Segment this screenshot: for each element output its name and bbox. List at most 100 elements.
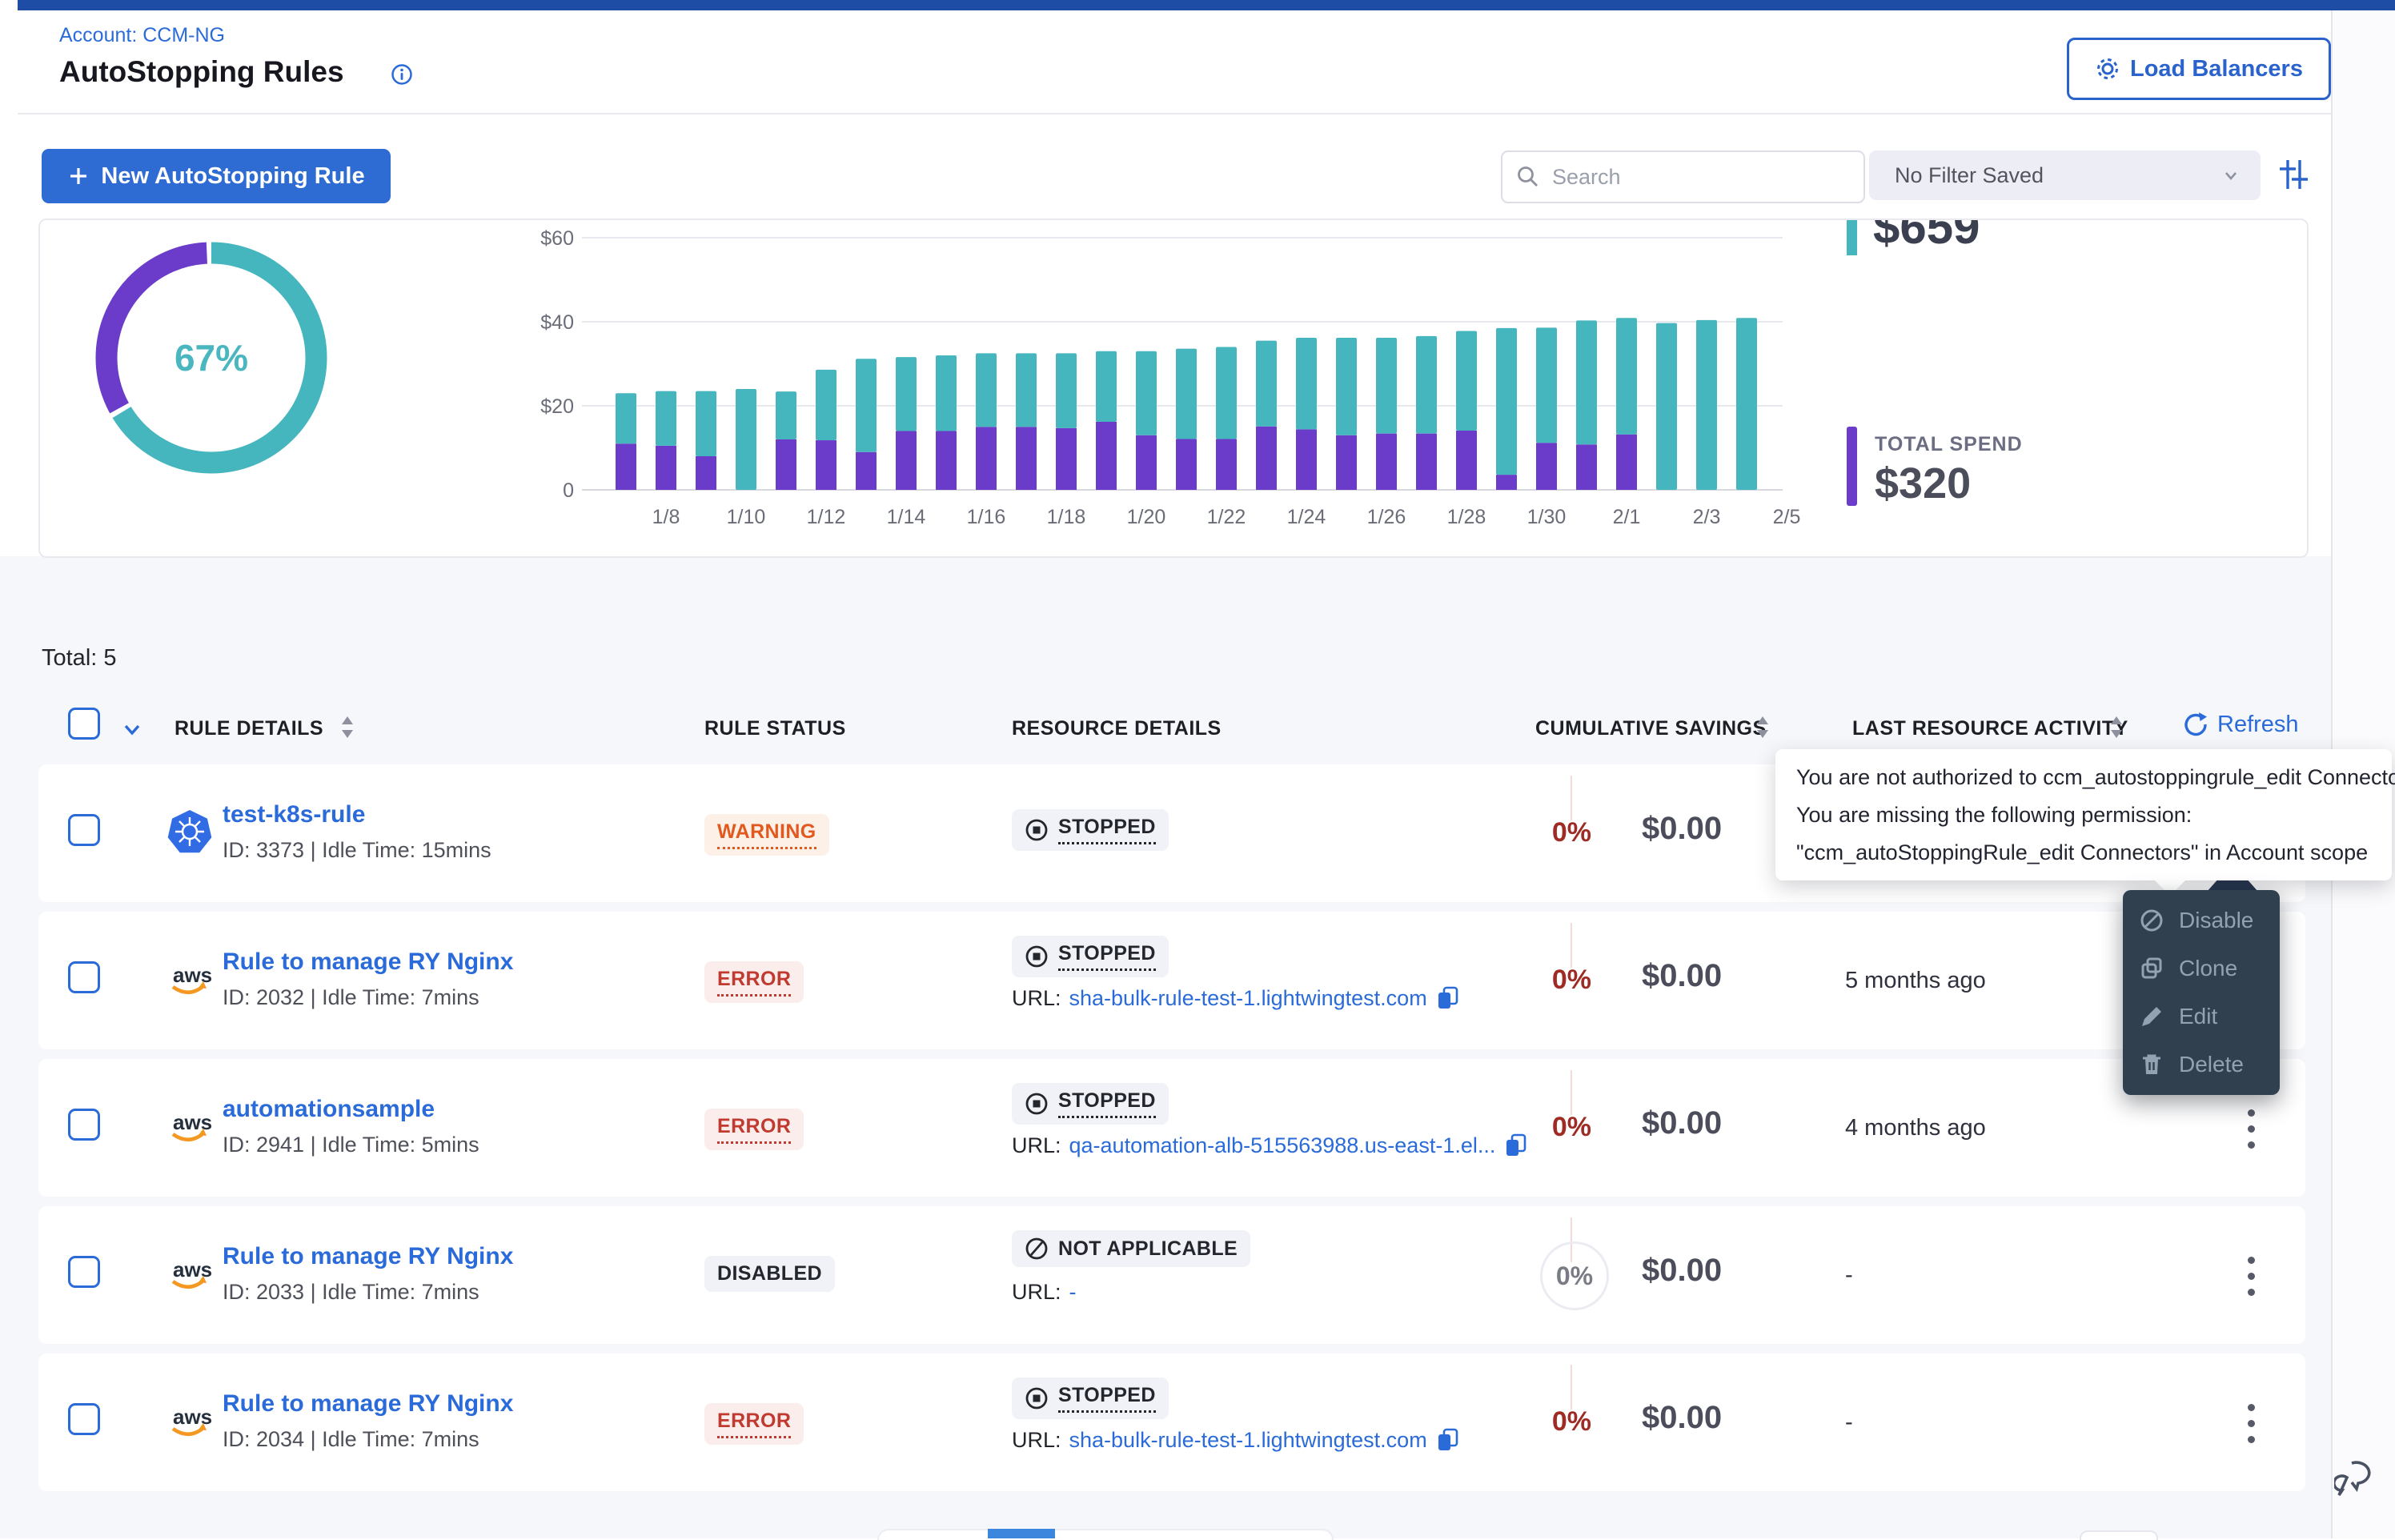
- page-header: Account: CCM-NG AutoStopping Rules Load …: [18, 10, 2331, 114]
- spend-savings-bar-chart: $60$40$2001/81/101/121/141/161/181/201/2…: [514, 224, 1811, 552]
- aws-icon: aws: [166, 1403, 213, 1450]
- top-accent-bar: [18, 0, 2395, 10]
- search-box: [1501, 150, 1865, 203]
- row-checkbox[interactable]: [68, 1256, 100, 1288]
- savings-percent: 0%: [1447, 965, 1591, 996]
- rule-status-badge: ERROR: [704, 1403, 804, 1445]
- rule-details-text: ID: 2032 | Idle Time: 7mins: [223, 985, 479, 1010]
- row-menu-kebab[interactable]: [2227, 1395, 2275, 1451]
- svg-text:aws: aws: [173, 963, 212, 987]
- savings-amount: $0.00: [1642, 1400, 1722, 1436]
- savings-divider: [1571, 923, 1572, 968]
- resource-state-badge: STOPPED: [1012, 809, 1169, 851]
- chevron-down-icon: [2220, 165, 2241, 186]
- resource-state-badge: STOPPED: [1012, 936, 1169, 977]
- svg-text:1/12: 1/12: [807, 506, 846, 528]
- savings-divider: [1571, 1070, 1572, 1115]
- svg-text:$40: $40: [540, 311, 574, 334]
- select-all-checkbox[interactable]: [68, 708, 100, 740]
- disable-icon: [2139, 908, 2164, 933]
- info-icon[interactable]: [391, 63, 413, 86]
- last-activity: -: [1845, 1262, 1853, 1289]
- table-row: aws Rule to manage RY Nginx ID: 2034 | I…: [38, 1354, 2305, 1491]
- pagination-active-page[interactable]: [988, 1529, 1055, 1538]
- svg-text:1/22: 1/22: [1207, 506, 1246, 528]
- svg-text:2/3: 2/3: [1693, 506, 1721, 528]
- resource-url-link[interactable]: -: [1069, 1280, 1077, 1305]
- refresh-button[interactable]: Refresh: [2182, 711, 2299, 738]
- menu-item-clone[interactable]: Clone: [2123, 944, 2280, 993]
- total-spend-marker: [1847, 427, 1857, 506]
- svg-text:0: 0: [563, 479, 574, 502]
- select-menu-chevron-icon[interactable]: [118, 716, 146, 743]
- search-icon: [1515, 164, 1541, 190]
- table-row: aws Rule to manage RY Nginx ID: 2032 | I…: [38, 912, 2305, 1049]
- savings-amount: $0.00: [1642, 1253, 1722, 1289]
- donut-center-label: 67%: [91, 238, 331, 478]
- sort-icon[interactable]: [2108, 714, 2124, 741]
- rule-status-badge: DISABLED: [704, 1256, 835, 1292]
- row-checkbox[interactable]: [68, 961, 100, 993]
- savings-percent: 0%: [1540, 1241, 1609, 1310]
- total-savings-value: $659: [1873, 219, 1980, 255]
- menu-item-disable[interactable]: Disable: [2123, 896, 2280, 944]
- svg-text:1/18: 1/18: [1047, 506, 1086, 528]
- svg-text:1/24: 1/24: [1287, 506, 1326, 528]
- rule-status-badge: WARNING: [704, 814, 829, 856]
- plus-icon: [67, 165, 90, 187]
- svg-text:1/30: 1/30: [1527, 506, 1567, 528]
- clone-icon: [2139, 956, 2164, 981]
- load-balancers-button[interactable]: Load Balancers: [2067, 38, 2331, 100]
- rule-details-text: ID: 2941 | Idle Time: 5mins: [223, 1133, 479, 1157]
- row-checkbox[interactable]: [68, 1109, 100, 1141]
- total-savings-marker: [1847, 220, 1857, 255]
- savings-amount: $0.00: [1642, 958, 1722, 994]
- kubernetes-icon: [166, 809, 213, 856]
- rule-details-text: ID: 3373 | Idle Time: 15mins: [223, 838, 491, 863]
- rule-name-link[interactable]: Rule to manage RY Nginx: [223, 948, 513, 976]
- search-input[interactable]: [1551, 164, 1818, 190]
- rule-name-link[interactable]: test-k8s-rule: [223, 801, 365, 828]
- row-checkbox[interactable]: [68, 814, 100, 846]
- svg-text:1/10: 1/10: [727, 506, 766, 528]
- aws-icon: aws: [166, 1256, 213, 1302]
- last-activity: -: [1845, 1410, 1853, 1436]
- page-title: AutoStopping Rules: [59, 55, 344, 89]
- svg-text:aws: aws: [173, 1110, 212, 1134]
- account-breadcrumb[interactable]: Account: CCM-NG: [59, 24, 225, 47]
- svg-text:aws: aws: [173, 1405, 212, 1429]
- total-spend-value: $320: [1875, 459, 1971, 508]
- row-checkbox[interactable]: [68, 1403, 100, 1435]
- filter-sliders-icon[interactable]: [2275, 155, 2312, 194]
- toolbar: New AutoStopping Rule No Filter Saved: [18, 114, 2331, 226]
- permission-tooltip: You are not authorized to ccm_autostoppi…: [1775, 749, 2392, 880]
- sort-icon[interactable]: [1755, 714, 1771, 741]
- new-autostopping-rule-button[interactable]: New AutoStopping Rule: [42, 149, 391, 203]
- table-header: RULE DETAILS RULE STATUS RESOURCE DETAIL…: [38, 698, 2305, 746]
- stopped-icon: [1025, 1386, 1049, 1410]
- total-count: Total: 5: [42, 645, 117, 672]
- load-balancers-label: Load Balancers: [2130, 56, 2303, 82]
- not-applicable-icon: [1025, 1237, 1049, 1261]
- resource-state-badge: NOT APPLICABLE: [1012, 1230, 1250, 1267]
- rule-status-badge: ERROR: [704, 1109, 804, 1150]
- resource-url-link[interactable]: sha-bulk-rule-test-1.lightwingtest.com: [1069, 986, 1427, 1011]
- rule-name-link[interactable]: Rule to manage RY Nginx: [223, 1390, 513, 1418]
- rule-details-text: ID: 2034 | Idle Time: 7mins: [223, 1427, 479, 1452]
- resource-url-link[interactable]: sha-bulk-rule-test-1.lightwingtest.com: [1069, 1428, 1427, 1453]
- menu-item-delete[interactable]: Delete: [2123, 1041, 2280, 1089]
- chat-support-icon[interactable]: [2334, 1455, 2379, 1500]
- col-cumulative-savings[interactable]: CUMULATIVE SAVINGS: [1535, 717, 1767, 740]
- col-rule-details[interactable]: RULE DETAILS: [175, 717, 323, 740]
- pagination-secondary[interactable]: [2080, 1530, 2158, 1540]
- sort-icon[interactable]: [339, 714, 355, 741]
- resource-url-link[interactable]: qa-automation-alb-515563988.us-east-1.el…: [1069, 1133, 1496, 1158]
- filter-saved-select[interactable]: No Filter Saved: [1869, 150, 2261, 200]
- rule-name-link[interactable]: automationsample: [223, 1096, 435, 1123]
- row-menu-kebab[interactable]: [2227, 1248, 2275, 1304]
- rule-name-link[interactable]: Rule to manage RY Nginx: [223, 1243, 513, 1270]
- menu-item-edit[interactable]: Edit: [2123, 993, 2280, 1041]
- row-menu-kebab[interactable]: [2227, 1101, 2275, 1157]
- last-activity: 5 months ago: [1845, 968, 1986, 994]
- col-last-resource-activity[interactable]: LAST RESOURCE ACTIVITY: [1852, 717, 2128, 740]
